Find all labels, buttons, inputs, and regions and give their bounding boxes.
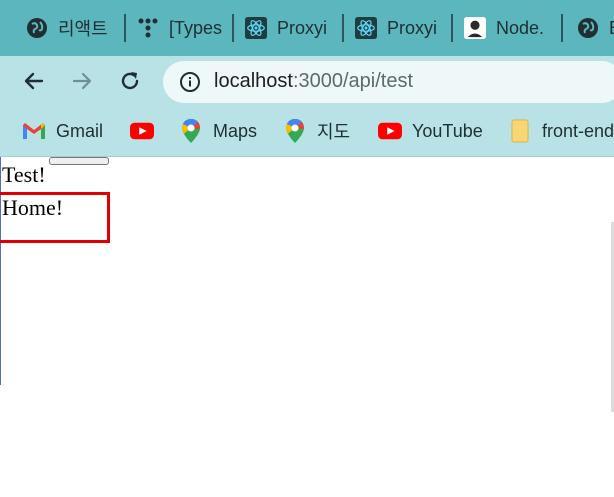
tab-typescript[interactable]: [Types: [137, 10, 225, 46]
address-bar[interactable]: localhost:3000/api/test: [163, 61, 614, 103]
tab-divider: [561, 14, 563, 42]
tab-react-korean[interactable]: 리액트: [26, 10, 114, 46]
react-icon: [355, 17, 377, 39]
tab-label: Node.: [496, 17, 545, 38]
reload-icon: [121, 72, 139, 90]
globe-icon: [577, 17, 599, 39]
url-path: :3000/api/test: [292, 70, 414, 92]
bookmarks-bar: Gmail Maps 지도 YouTube front-end: [0, 106, 614, 157]
highlight-box: [0, 192, 110, 243]
bookmark-label: YouTube: [412, 120, 483, 141]
bookmark-map-korean[interactable]: 지도: [283, 118, 350, 144]
dots-icon: [137, 17, 159, 39]
reload-button[interactable]: [115, 66, 145, 96]
tab-label: 리액트: [58, 19, 108, 39]
back-button[interactable]: [19, 66, 49, 96]
maps-pin-icon: [179, 119, 203, 143]
url-host: localhost: [214, 70, 293, 92]
tab-proxy-2[interactable]: Proxyi: [355, 10, 441, 46]
youtube-icon: [378, 119, 402, 143]
forward-button[interactable]: [67, 66, 97, 96]
bookmark-label: Maps: [213, 120, 258, 141]
bookmark-label: Gmail: [56, 120, 104, 141]
tab-divider: [124, 14, 126, 42]
tab-node[interactable]: Node.: [464, 10, 552, 46]
browser-toolbar: localhost:3000/api/test: [0, 56, 614, 106]
tab-divider: [451, 14, 453, 42]
maps-pin-icon: [283, 119, 307, 143]
bookmark-label: 지도: [317, 122, 351, 142]
tab-label: [Types: [169, 17, 223, 38]
bookmark-gmail[interactable]: Gmail: [22, 118, 103, 144]
tab-label: Proxyi: [277, 17, 328, 38]
bookmark-youtube[interactable]: YouTube: [378, 118, 483, 144]
tab-proxy-1[interactable]: Proxyi: [245, 10, 333, 46]
folder-icon: [508, 119, 532, 143]
url-text[interactable]: localhost:3000/api/test: [214, 70, 413, 93]
react-icon: [245, 17, 267, 39]
bookmark-youtube-icon-only[interactable]: [130, 118, 154, 144]
gmail-icon: [22, 119, 46, 143]
info-icon[interactable]: [179, 71, 201, 93]
tab-last[interactable]: E: [577, 10, 614, 46]
youtube-icon: [130, 119, 154, 143]
tab-label: E: [609, 18, 614, 39]
globe-icon: [26, 17, 48, 39]
avatar-icon: [464, 17, 486, 39]
page-button[interactable]: [49, 157, 109, 165]
bookmark-folder-front-end[interactable]: front-end: [508, 118, 614, 144]
tab-divider: [342, 14, 344, 42]
tab-label: Proxyi: [387, 17, 438, 38]
arrow-left-icon: [24, 72, 44, 90]
bookmark-label: front-end: [542, 120, 614, 141]
page-content: Test! Home!: [0, 157, 614, 497]
bookmark-maps[interactable]: Maps: [179, 118, 257, 144]
test-text: Test!: [2, 162, 46, 187]
arrow-right-icon: [72, 72, 92, 90]
tab-strip: 리액트 [Types Proxyi Proxyi Node. E: [0, 0, 614, 56]
tab-divider: [232, 14, 234, 42]
